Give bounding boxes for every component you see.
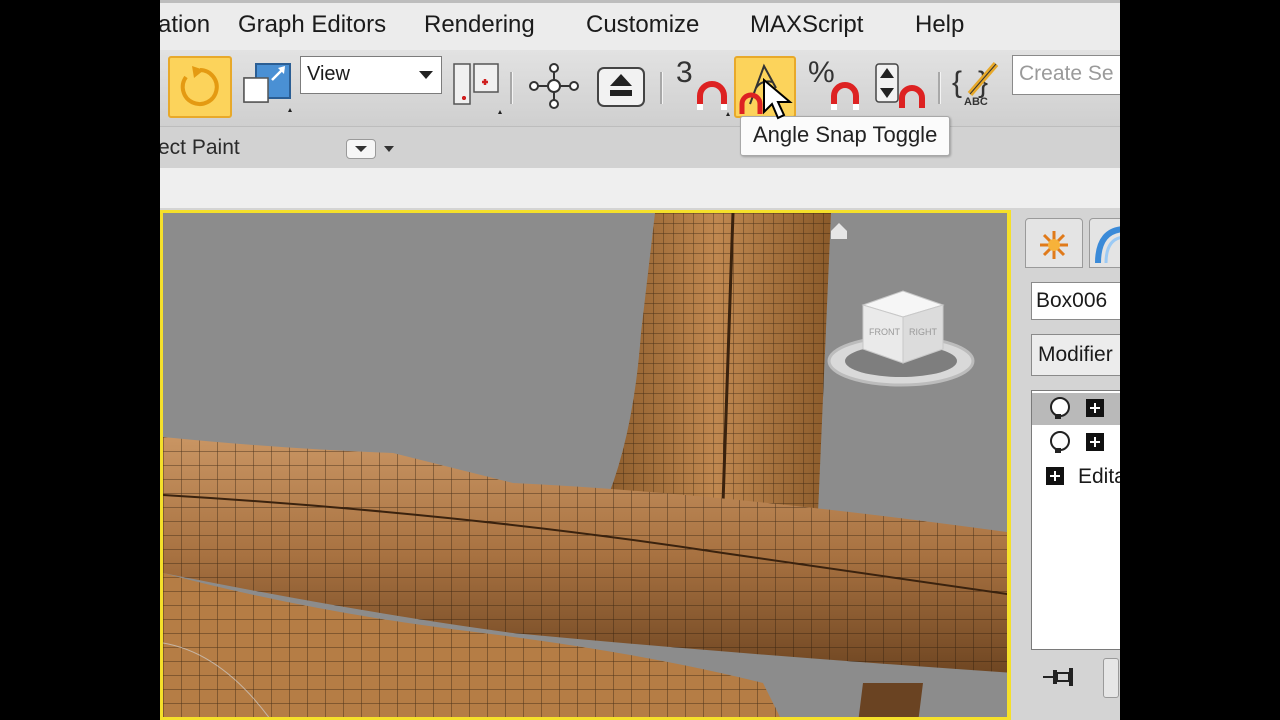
- create-tab[interactable]: [1025, 218, 1083, 268]
- toolbar-separator: [660, 72, 663, 104]
- max-app-window: ation Graph Editors Rendering Customize …: [160, 0, 1120, 720]
- create-star-icon: [1040, 231, 1068, 259]
- expand-plus-icon[interactable]: [1086, 433, 1104, 451]
- spinner-snap-toggle-button[interactable]: [870, 56, 930, 118]
- show-end-result-button[interactable]: [1103, 658, 1119, 698]
- edit-named-selection-sets-button[interactable]: { } ABC: [950, 56, 1006, 118]
- ribbon-minimize-button[interactable]: [346, 139, 376, 159]
- expand-plus-icon[interactable]: [1086, 399, 1104, 417]
- abc-label: ABC: [964, 96, 988, 108]
- main-toolbar: View 3 % {ABC Create Se: [160, 50, 1120, 126]
- object-name-field[interactable]: Box006: [1031, 282, 1120, 320]
- spinner-snap-icon: [875, 63, 925, 108]
- pin-stack-button[interactable]: [1041, 662, 1077, 692]
- magnet-icon: [831, 82, 859, 110]
- ribbon-row: ect Paint: [160, 126, 1120, 169]
- perspective-viewport[interactable]: FRONT RIGHT: [160, 210, 1011, 720]
- select-scale-button[interactable]: [236, 56, 300, 118]
- modify-arc-icon: [1095, 226, 1120, 264]
- modifier-list-label: Modifier: [1038, 343, 1113, 366]
- ribbon-panel-area: [160, 168, 1120, 208]
- svg-text:{: {: [952, 66, 962, 99]
- rotate-icon: [180, 66, 219, 106]
- named-selection-icon: { }: [952, 62, 999, 99]
- menu-customize[interactable]: Customize: [586, 11, 699, 39]
- menu-animation[interactable]: ation: [160, 11, 210, 39]
- stack-item[interactable]: [1032, 427, 1120, 459]
- modifier-stack: Edita: [1031, 390, 1120, 650]
- eject-icon: [597, 67, 645, 107]
- menu-maxscript[interactable]: MAXScript: [750, 11, 863, 39]
- menu-bar: ation Graph Editors Rendering Customize …: [160, 0, 1120, 50]
- stack-item-edit-poly[interactable]: Edita: [1032, 461, 1120, 493]
- toolbar-separator: [938, 72, 941, 104]
- select-rotate-button[interactable]: [168, 56, 232, 118]
- lightbulb-icon[interactable]: [1050, 431, 1070, 453]
- object-name-value: Box006: [1036, 289, 1108, 312]
- expand-plus-icon[interactable]: [1046, 467, 1064, 485]
- keyboard-shortcut-override-button[interactable]: [592, 56, 650, 118]
- menu-graph-editors[interactable]: Graph Editors: [238, 11, 386, 39]
- create-selection-placeholder: Create Se: [1019, 62, 1114, 85]
- select-and-manipulate-button[interactable]: [526, 56, 582, 118]
- toolbar-separator: [510, 72, 513, 104]
- snaps-toggle-button[interactable]: 3: [672, 56, 732, 118]
- menu-rendering[interactable]: Rendering: [424, 11, 535, 39]
- stack-item-label: Edita: [1078, 465, 1120, 488]
- lightbulb-icon[interactable]: [1050, 397, 1070, 419]
- chair-mesh-scene: FRONT RIGHT: [163, 213, 1007, 717]
- mouse-cursor-icon: [763, 78, 793, 120]
- modify-tab[interactable]: [1089, 218, 1120, 268]
- manipulate-icon: [529, 63, 579, 109]
- menu-help[interactable]: Help: [915, 11, 964, 39]
- tooltip-text: Angle Snap Toggle: [753, 122, 938, 147]
- pivot-center-icon: [453, 63, 502, 114]
- stack-item[interactable]: [1032, 393, 1120, 425]
- magnet-icon: [697, 81, 730, 116]
- use-pivot-center-button[interactable]: [448, 56, 504, 118]
- chevron-down-icon: [419, 71, 433, 79]
- viewcube-right-label: RIGHT: [909, 327, 938, 337]
- create-selection-set-field[interactable]: Create Se: [1012, 55, 1120, 95]
- reference-coord-value: View: [307, 63, 350, 85]
- viewcube-front-label: FRONT: [869, 327, 900, 337]
- chevron-down-icon[interactable]: [384, 146, 394, 152]
- modifier-list-dropdown[interactable]: Modifier: [1031, 334, 1120, 376]
- reference-coord-dropdown[interactable]: View: [300, 56, 442, 94]
- pin-icon: [1043, 668, 1073, 686]
- percent-snap-toggle-button[interactable]: %: [804, 56, 862, 118]
- scale-icon: [243, 63, 292, 112]
- tooltip: Angle Snap Toggle: [740, 116, 951, 156]
- command-panel: Box006 Modifier Edita: [1011, 210, 1120, 720]
- object-paint-tab[interactable]: ect Paint: [160, 136, 240, 160]
